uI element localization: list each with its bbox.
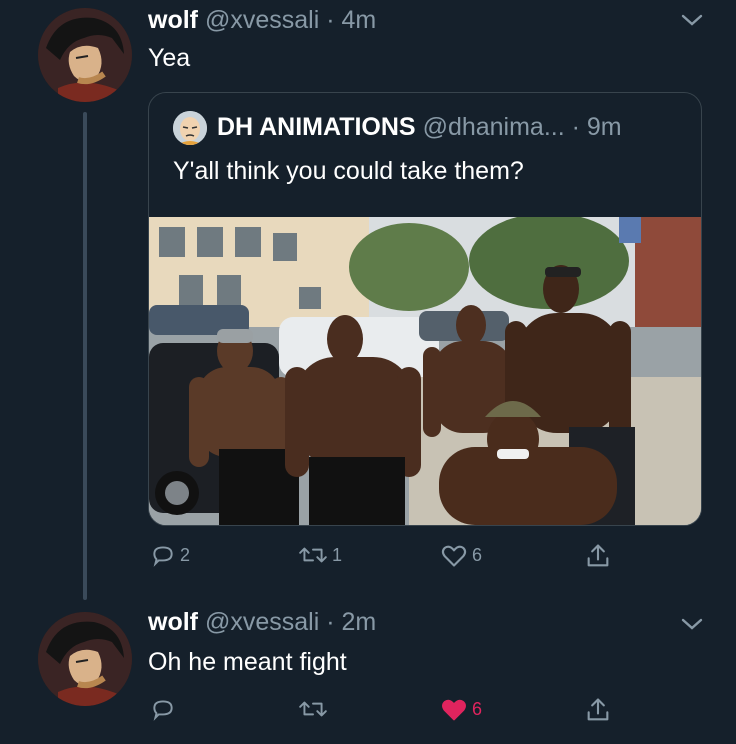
bald-cartoon-avatar-icon [173, 111, 207, 145]
like-button[interactable]: 6 [440, 696, 482, 722]
reply-icon [153, 546, 173, 567]
tweet-text: Oh he meant fight [148, 648, 347, 676]
heart-icon [441, 545, 467, 567]
tweet-text: Yea [148, 44, 191, 72]
chevron-down-icon[interactable] [678, 614, 706, 634]
timestamp[interactable]: · 4m [326, 6, 376, 34]
retweet-button[interactable] [298, 696, 328, 722]
chevron-down-icon[interactable] [678, 10, 706, 30]
quoted-tweet-header: DH ANIMATIONS @dhanima... · 9m [217, 113, 622, 142]
retweet-count: 1 [332, 544, 343, 565]
quoted-handle[interactable]: @dhanima... [423, 113, 572, 141]
anime-character-avatar-icon [38, 612, 132, 706]
reply-count: 2 [180, 544, 191, 565]
quoted-user-avatar[interactable] [173, 111, 207, 145]
quoted-display-name[interactable]: DH ANIMATIONS [217, 113, 416, 141]
heart-filled-icon [442, 699, 466, 721]
handle[interactable]: @xvessali [205, 6, 319, 34]
reply-icon [153, 700, 173, 721]
photo-five-muscular-men-street-icon [149, 213, 701, 525]
timestamp[interactable]: · 2m [326, 608, 376, 636]
reply-button[interactable] [150, 696, 176, 722]
share-button[interactable] [584, 542, 612, 570]
tweet-header: wolf @xvessali · 4m [148, 6, 376, 35]
quoted-tweet-photo[interactable] [149, 213, 701, 525]
share-button[interactable] [584, 696, 612, 724]
user-avatar[interactable] [38, 8, 132, 102]
share-icon [587, 698, 609, 721]
like-button[interactable]: 6 [440, 542, 482, 568]
tweet-1: wolf @xvessali · 4m Yea DH ANIMATIONS @d… [0, 0, 736, 600]
quoted-timestamp[interactable]: · 9m [572, 113, 622, 141]
quoted-tweet-text: Y'all think you could take them? [173, 157, 524, 185]
like-count: 6 [472, 698, 483, 719]
tweet-2: wolf @xvessali · 2m Oh he meant fight 6 [0, 600, 736, 744]
display-name[interactable]: wolf [148, 608, 198, 636]
retweet-button[interactable]: 1 [298, 542, 342, 568]
quoted-tweet[interactable]: DH ANIMATIONS @dhanima... · 9m Y'all thi… [148, 92, 702, 526]
tweet-header: wolf @xvessali · 2m [148, 608, 376, 637]
display-name[interactable]: wolf [148, 6, 198, 34]
user-avatar[interactable] [38, 612, 132, 706]
thread-line [83, 112, 87, 600]
like-count: 6 [472, 544, 483, 565]
retweet-icon [299, 547, 327, 563]
reply-button[interactable]: 2 [150, 542, 190, 568]
handle[interactable]: @xvessali [205, 608, 319, 636]
retweet-icon [299, 701, 327, 717]
anime-character-avatar-icon [38, 8, 132, 102]
share-icon [587, 544, 609, 567]
